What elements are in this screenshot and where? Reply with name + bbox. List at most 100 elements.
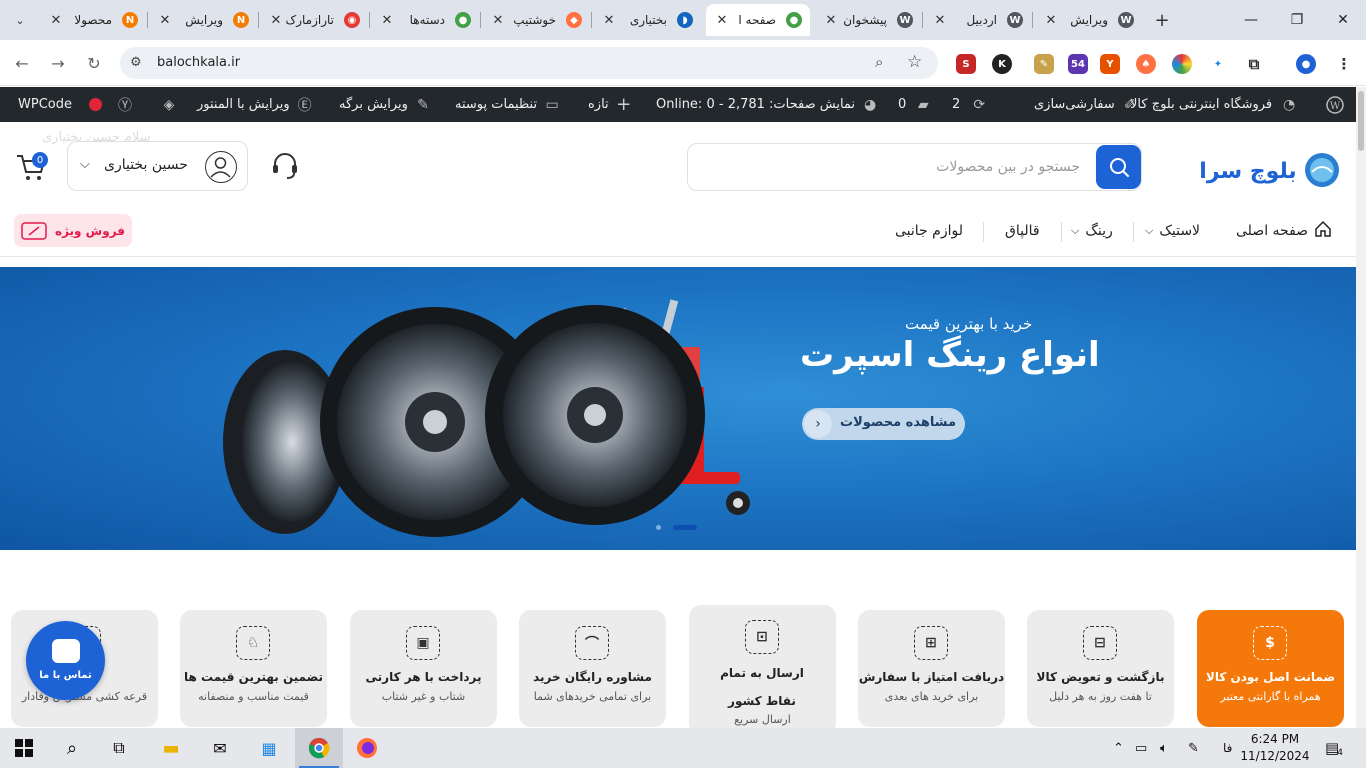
system-clock[interactable]: 6:24 PM 11/12/2024 <box>1240 731 1310 765</box>
close-tab-icon[interactable]: ✕ <box>268 12 284 28</box>
updates-item[interactable]: ⟳ 2 <box>952 87 988 122</box>
browser-tab[interactable]: ◉ تارازمارک ✕ <box>260 4 368 36</box>
site-logo[interactable]: بلوچ سرا <box>1196 150 1341 190</box>
view-products-button[interactable]: مشاهده محصولات › <box>802 408 965 440</box>
extension-s-icon[interactable]: S <box>956 54 976 74</box>
customize-item[interactable]: ✐ سفارشی‌سازی <box>1034 87 1139 122</box>
special-sale-button[interactable]: فروش ویژه <box>14 214 132 247</box>
volume-icon[interactable]: 🔈︎ <box>1160 728 1168 768</box>
close-window-button[interactable]: ✕ <box>1320 0 1366 40</box>
comments-count: 0 <box>898 97 907 112</box>
start-button[interactable] <box>9 733 39 763</box>
edit-page-item[interactable]: ✎ ویرایش برگه <box>339 87 432 122</box>
close-tab-icon[interactable]: ✕ <box>601 12 617 28</box>
browser-tab[interactable]: ◗ بختیاری ✕ <box>593 4 701 36</box>
menu-item-accessories[interactable]: لوازم جانبی <box>895 219 963 243</box>
yoast-item[interactable]: Ⓨ <box>116 87 134 122</box>
search-taskbar-icon[interactable]: ⌕ <box>57 733 87 763</box>
menu-item-hubcaps[interactable]: قالپاق <box>1005 219 1040 243</box>
task-view-icon[interactable]: ⧉ <box>104 733 134 763</box>
firefox-icon[interactable] <box>352 733 382 763</box>
close-tab-icon[interactable]: ✕ <box>490 12 506 28</box>
support-button[interactable] <box>268 148 302 182</box>
close-tab-icon[interactable]: ✕ <box>48 12 64 28</box>
feature-card[interactable]: ⊡ ارسال به تمام نقاط کشور ارسال سریع <box>689 605 836 728</box>
browser-menu-icon[interactable]: ⋮ <box>1334 54 1354 74</box>
close-tab-icon[interactable]: ✕ <box>932 12 948 28</box>
seo-item[interactable]: ◈ <box>160 87 178 122</box>
slider-dot-active[interactable] <box>673 525 697 530</box>
feature-card[interactable]: ♘ تضمین بهترین قیمت ها قیمت مناسب و منصفان… <box>180 610 327 727</box>
back-button[interactable]: ← <box>10 51 34 75</box>
forward-button[interactable]: → <box>46 51 70 75</box>
browser-tab[interactable]: N محصولا ✕ <box>40 4 146 36</box>
browser-tab[interactable]: ● صفحه ا ✕ <box>706 4 810 36</box>
new-tab-button[interactable]: + <box>1150 8 1174 32</box>
extension-yandex-icon[interactable]: Y <box>1100 54 1120 74</box>
feature-card[interactable]: ⊟ بازگشت و تعویض کالا تا هفت روز به هر دلی… <box>1027 610 1174 727</box>
feature-card[interactable]: ▣ پرداخت با هر کارتی شتاب و غیر شتاب <box>350 610 497 727</box>
extensions-puzzle-icon[interactable]: ⧉ <box>1244 54 1264 74</box>
pageviews-item[interactable]: نمایش صفحات: 2,781 - Online: 0 ◕ <box>656 87 879 122</box>
extension-color-icon[interactable] <box>1172 54 1192 74</box>
theme-settings-item[interactable]: ▭ تنظیمات پوسته <box>455 87 561 122</box>
bookmark-star-icon[interactable]: ☆ <box>907 52 922 72</box>
notifications-icon[interactable]: ▤ 4 <box>1325 728 1343 768</box>
input-language[interactable]: فا <box>1223 728 1232 768</box>
search-input[interactable] <box>700 154 1080 180</box>
menu-item-rims[interactable]: رینگ ⌵ <box>1071 219 1113 243</box>
extension-k-icon[interactable]: K <box>992 54 1012 74</box>
menu-item-tires[interactable]: لاستیک ⌵ <box>1145 219 1200 243</box>
feature-card[interactable]: $ ضمانت اصل بودن کالا همراه با گارانتی معت… <box>1197 610 1344 727</box>
reload-button[interactable]: ↻ <box>82 51 106 75</box>
restore-button[interactable]: ❐ <box>1274 0 1320 40</box>
close-tab-icon[interactable]: ✕ <box>379 12 395 28</box>
close-tab-icon[interactable]: ✕ <box>714 12 730 28</box>
feature-card[interactable]: ⊞ دریافت امتیاز با سفارش برای خرید های بعد… <box>858 610 1005 727</box>
show-hidden-icons[interactable]: ⌃ <box>1113 728 1124 768</box>
status-dot-item[interactable] <box>89 87 102 122</box>
slider-dot[interactable] <box>656 525 661 530</box>
site-info-icon[interactable]: ⚙ <box>130 55 142 70</box>
menu-item-home[interactable]: صفحه اصلی <box>1236 219 1332 243</box>
wp-logo-item[interactable]: W <box>1326 87 1344 122</box>
hero-title: انواع رینگ اسپرت <box>800 335 1100 375</box>
close-tab-icon[interactable]: ✕ <box>1043 12 1059 28</box>
battery-icon[interactable]: ▭ <box>1135 728 1147 768</box>
comments-item[interactable]: ▰ 0 <box>898 87 932 122</box>
extension-flame-icon[interactable]: ♠ <box>1136 54 1156 74</box>
file-explorer-icon[interactable]: ▬ <box>156 733 186 763</box>
feature-card[interactable]: ⌒ مشاوره رایگان خرید برای تمامی خریدهای شم… <box>519 610 666 727</box>
browser-tab[interactable]: W ویرایش ✕ <box>1035 4 1142 36</box>
url-text[interactable]: balochkala.ir <box>157 55 240 70</box>
browser-tab[interactable]: ◆ خوشتیپ ✕ <box>482 4 590 36</box>
address-bar[interactable]: ⚙ balochkala.ir ⌕ ☆ <box>120 47 938 79</box>
account-dropdown[interactable]: حسین بختیاری ⌵ <box>67 141 248 191</box>
contact-us-button[interactable]: تماس با ما <box>26 621 105 700</box>
wpcode-item[interactable]: WPCode <box>18 87 72 122</box>
close-tab-icon[interactable]: ✕ <box>823 12 839 28</box>
scrollbar-thumb[interactable] <box>1358 91 1364 151</box>
new-content-item[interactable]: + تازه <box>588 87 633 122</box>
close-tab-icon[interactable]: ✕ <box>157 12 173 28</box>
page-scrollbar[interactable] <box>1356 87 1366 728</box>
store-icon[interactable]: ▦ <box>254 733 284 763</box>
mail-icon[interactable]: ✉ <box>205 733 235 763</box>
extension-pen-icon[interactable]: ✎ <box>1034 54 1054 74</box>
extension-arrow-icon[interactable]: ✦ <box>1208 54 1228 74</box>
profile-avatar[interactable]: ● <box>1296 54 1316 74</box>
hero-banner[interactable]: خرید با بهترین قیمت انواع رینگ اسپرت مشا… <box>0 267 1356 550</box>
search-button[interactable] <box>1096 145 1141 189</box>
chrome-icon[interactable] <box>304 733 334 763</box>
tab-search-button[interactable]: ⌄ <box>8 8 32 32</box>
browser-tab[interactable]: W پیشخوان ✕ <box>815 4 921 36</box>
browser-tab[interactable]: ● دسته‌ها ✕ <box>371 4 479 36</box>
zoom-icon[interactable]: ⌕ <box>875 53 883 71</box>
browser-tab[interactable]: N ویرایش ✕ <box>149 4 257 36</box>
elementor-item[interactable]: Ⓔ ویرایش با المنتور <box>197 87 314 122</box>
extension-graduation-icon[interactable]: 54 <box>1068 54 1088 74</box>
pen-icon[interactable]: ✎ <box>1188 728 1199 768</box>
minimize-button[interactable]: — <box>1228 0 1274 40</box>
browser-tab[interactable]: W اردبیل ✕ <box>924 4 1031 36</box>
site-name-item[interactable]: ◔ فروشگاه اینترنتی بلوچ کالا <box>1130 87 1298 122</box>
